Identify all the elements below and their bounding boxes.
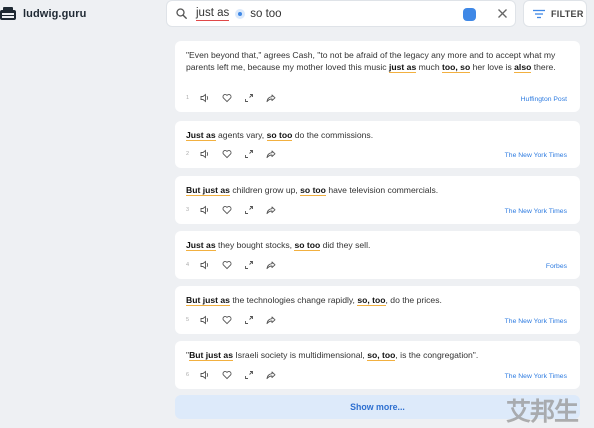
example-sentence: "But just as Israeli society is multidim… (186, 349, 566, 361)
result-index: 2 (186, 151, 190, 157)
search-bar[interactable]: just as so too (166, 0, 516, 27)
site-logo[interactable]: ludwig.guru (0, 5, 86, 23)
share-icon[interactable] (266, 315, 276, 325)
close-icon[interactable] (497, 8, 508, 19)
wildcard-icon[interactable] (235, 9, 246, 19)
matched-phrase: But just as (186, 185, 230, 196)
matched-phrase: just as (389, 62, 417, 74)
result-card[interactable]: But just as children grow up, so too hav… (175, 176, 580, 224)
example-sentence: But just as the technologies change rapi… (186, 294, 566, 306)
sentence-text: agents vary, (215, 130, 267, 140)
matched-phrase: so too (266, 130, 293, 141)
sentence-text: do the commissions. (292, 130, 374, 140)
share-icon[interactable] (266, 149, 276, 159)
expand-icon[interactable] (244, 205, 254, 215)
result-index: 5 (186, 317, 190, 323)
result-index: 4 (186, 262, 190, 268)
result-card[interactable]: "But just as Israeli society is multidim… (175, 341, 580, 389)
source-link[interactable]: Huffington Post (521, 96, 567, 103)
results-list: "Even beyond that," agrees Cash, "to not… (166, 34, 594, 428)
sentence-text: , do the prices. (385, 295, 442, 305)
result-card[interactable]: "Even beyond that," agrees Cash, "to not… (175, 41, 580, 112)
example-sentence: But just as children grow up, so too hav… (186, 184, 566, 196)
heart-icon[interactable] (222, 315, 232, 325)
sentence-text: they bought stocks, (215, 240, 295, 250)
matched-phrase: so too (300, 185, 326, 196)
result-index: 6 (186, 372, 190, 378)
expand-icon[interactable] (244, 315, 254, 325)
search-term-1: just as (196, 7, 230, 21)
matched-phrase: so, too (367, 350, 396, 361)
matched-phrase: But just as (186, 295, 230, 306)
matched-phrase: But just as (189, 350, 233, 361)
matched-phrase: so, too (357, 295, 386, 306)
example-sentence: "Even beyond that," agrees Cash, "to not… (186, 49, 566, 74)
source-link[interactable]: The New York Times (505, 152, 567, 159)
search-input[interactable]: just as so too (196, 7, 282, 21)
card-actions: 1 (186, 92, 288, 104)
matched-phrase: too, so (442, 62, 471, 74)
result-card[interactable]: Just as they bought stocks, so too did t… (175, 231, 580, 279)
sentence-text: , is the congregation". (395, 350, 479, 360)
search-icon (176, 8, 187, 19)
share-icon[interactable] (266, 93, 276, 103)
expand-icon[interactable] (244, 149, 254, 159)
sentence-text: children grow up, (229, 185, 301, 195)
matched-phrase: also (514, 62, 532, 74)
speaker-icon[interactable] (200, 370, 210, 380)
card-actions: 5 (186, 314, 288, 326)
card-actions: 6 (186, 369, 288, 381)
example-sentence: Just as they bought stocks, so too did t… (186, 239, 566, 251)
heart-icon[interactable] (222, 93, 232, 103)
sentence-text: have television commercials. (325, 185, 439, 195)
expand-icon[interactable] (244, 93, 254, 103)
filter-button[interactable]: FILTER (523, 0, 587, 27)
speaker-icon[interactable] (200, 205, 210, 215)
source-link[interactable]: The New York Times (505, 318, 567, 325)
result-index: 1 (186, 95, 190, 101)
speaker-icon[interactable] (200, 93, 210, 103)
heart-icon[interactable] (222, 260, 232, 270)
extension-badge-icon[interactable] (463, 8, 476, 21)
filter-icon (533, 9, 545, 18)
show-more-label: Show more... (350, 402, 405, 412)
share-icon[interactable] (266, 205, 276, 215)
matched-phrase: Just as (186, 240, 216, 251)
speaker-icon[interactable] (200, 149, 210, 159)
matched-phrase: so too (294, 240, 321, 251)
sentence-text: the technologies change rapidly, (229, 295, 358, 305)
expand-icon[interactable] (244, 260, 254, 270)
matched-phrase: Just as (186, 130, 216, 141)
share-icon[interactable] (266, 370, 276, 380)
source-link[interactable]: Forbes (546, 263, 567, 270)
source-link[interactable]: The New York Times (505, 373, 567, 380)
sentence-text: did they sell. (320, 240, 371, 250)
heart-icon[interactable] (222, 149, 232, 159)
source-link[interactable]: The New York Times (505, 208, 567, 215)
sentence-text: her love is (470, 62, 515, 73)
result-index: 3 (186, 207, 190, 213)
speaker-icon[interactable] (200, 315, 210, 325)
typewriter-icon (0, 7, 16, 21)
top-bar: ludwig.guru just as so too FILTER (0, 0, 594, 34)
card-actions: 4 (186, 259, 288, 271)
result-card[interactable]: But just as the technologies change rapi… (175, 286, 580, 334)
example-sentence: Just as agents vary, so too do the commi… (186, 129, 566, 141)
filter-label: FILTER (551, 8, 584, 19)
expand-icon[interactable] (244, 370, 254, 380)
card-actions: 3 (186, 204, 288, 216)
sentence-text: there. (531, 62, 556, 73)
left-panel (0, 34, 166, 428)
heart-icon[interactable] (222, 370, 232, 380)
share-icon[interactable] (266, 260, 276, 270)
sentence-text: Israeli society is multidimensional, (233, 350, 368, 360)
watermark: 艾邦生 (506, 397, 579, 426)
result-card[interactable]: Just as agents vary, so too do the commi… (175, 121, 580, 168)
search-term-2: so too (250, 8, 282, 20)
card-actions: 2 (186, 148, 288, 160)
heart-icon[interactable] (222, 205, 232, 215)
site-name: ludwig.guru (23, 8, 87, 20)
speaker-icon[interactable] (200, 260, 210, 270)
sentence-text: much (416, 62, 443, 73)
